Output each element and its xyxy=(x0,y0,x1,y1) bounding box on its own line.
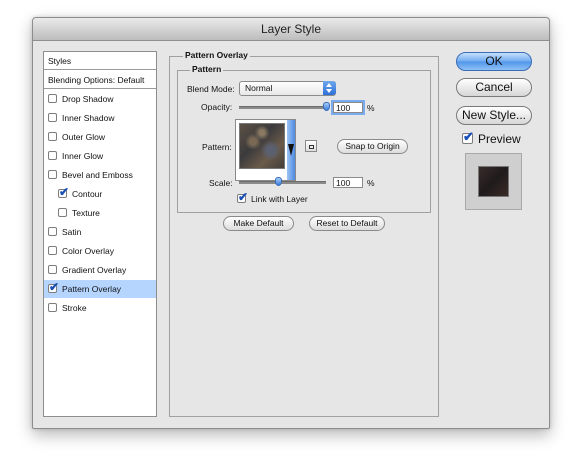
styles-header[interactable]: Styles xyxy=(44,52,156,70)
opacity-slider-track[interactable] xyxy=(239,106,326,109)
make-default-button[interactable]: Make Default xyxy=(223,216,294,231)
opacity-input[interactable]: 100 xyxy=(333,102,363,113)
pattern-picker[interactable] xyxy=(235,119,296,181)
style-item-label: Gradient Overlay xyxy=(62,265,127,275)
style-item-checkbox[interactable] xyxy=(48,113,57,122)
opacity-slider-thumb[interactable] xyxy=(322,102,330,111)
blend-mode-label: Blend Mode: xyxy=(187,84,235,94)
style-item[interactable]: ✔ Contour xyxy=(44,185,156,203)
checkmark-icon: ✔ xyxy=(463,129,474,144)
style-item[interactable]: Bevel and Emboss xyxy=(44,166,156,184)
style-item-checkbox[interactable] xyxy=(48,246,57,255)
scale-input[interactable]: 100 xyxy=(333,177,363,188)
style-item[interactable]: Stroke xyxy=(44,299,156,317)
style-item-label: Texture xyxy=(72,208,100,218)
style-item-label: Stroke xyxy=(62,303,87,313)
new-style-button[interactable]: New Style... xyxy=(456,106,532,125)
style-item[interactable]: Drop Shadow xyxy=(44,90,156,108)
style-item[interactable]: Texture xyxy=(44,204,156,222)
pattern-label: Pattern: xyxy=(202,142,232,152)
scale-unit: % xyxy=(367,178,375,188)
opacity-unit: % xyxy=(367,103,375,113)
snap-to-origin-button[interactable]: Snap to Origin xyxy=(337,139,408,154)
reset-to-default-button[interactable]: Reset to Default xyxy=(309,216,385,231)
pattern-dropdown-arrow-icon[interactable] xyxy=(287,120,295,180)
blend-mode-select[interactable]: Normal xyxy=(239,81,336,96)
style-item-checkbox[interactable] xyxy=(48,151,57,160)
style-item[interactable]: Inner Glow xyxy=(44,147,156,165)
preview-thumbnail xyxy=(465,153,522,210)
style-item-checkbox[interactable] xyxy=(48,303,57,312)
select-arrows-icon xyxy=(323,81,336,95)
style-item-label: Drop Shadow xyxy=(62,94,114,104)
style-item-checkbox[interactable] xyxy=(48,265,57,274)
link-with-layer-checkbox[interactable]: ✔ Link with Layer xyxy=(237,190,337,205)
preview-checkbox-box[interactable]: ✔ xyxy=(462,129,474,144)
checkmark-icon: ✔ xyxy=(59,185,70,199)
styles-list: Styles Blending Options: Default Drop Sh… xyxy=(43,51,157,417)
pattern-overlay-title: Pattern Overlay xyxy=(183,50,250,60)
style-item-label: Inner Glow xyxy=(62,151,104,161)
new-preset-icon[interactable] xyxy=(305,140,317,152)
ok-button[interactable]: OK xyxy=(456,52,532,71)
pattern-swatch xyxy=(239,123,285,169)
style-item-checkbox[interactable]: ✔ xyxy=(48,280,60,294)
style-item-checkbox[interactable] xyxy=(48,227,57,236)
preview-checkbox[interactable]: ✔ Preview xyxy=(462,129,532,146)
opacity-label: Opacity: xyxy=(201,102,233,112)
blending-options-item[interactable]: Blending Options: Default xyxy=(44,71,156,89)
style-item[interactable]: ✔ Pattern Overlay xyxy=(44,280,156,298)
style-item[interactable]: Color Overlay xyxy=(44,242,156,260)
window-title: Layer Style xyxy=(33,18,549,41)
style-item-checkbox[interactable] xyxy=(48,170,57,179)
checkmark-icon: ✔ xyxy=(49,280,60,294)
style-item-label: Color Overlay xyxy=(62,246,114,256)
style-item[interactable]: Gradient Overlay xyxy=(44,261,156,279)
style-item-checkbox[interactable]: ✔ xyxy=(58,185,70,199)
preview-swatch xyxy=(478,166,509,197)
style-item-label: Contour xyxy=(72,189,103,199)
style-item-label: Pattern Overlay xyxy=(62,284,122,294)
style-item-label: Inner Shadow xyxy=(62,113,115,123)
style-item-label: Satin xyxy=(62,227,82,237)
style-item-label: Bevel and Emboss xyxy=(62,170,133,180)
style-item-checkbox[interactable] xyxy=(58,208,67,217)
cancel-button[interactable]: Cancel xyxy=(456,78,532,97)
layer-style-dialog: Layer Style Styles Blending Options: Def… xyxy=(32,17,550,429)
blend-mode-value: Normal xyxy=(245,83,273,93)
style-item-checkbox[interactable] xyxy=(48,132,57,141)
style-item[interactable]: Outer Glow xyxy=(44,128,156,146)
link-with-layer-checkbox-box[interactable]: ✔ xyxy=(237,190,249,204)
style-item[interactable]: Inner Shadow xyxy=(44,109,156,127)
style-item-label: Outer Glow xyxy=(62,132,105,142)
link-with-layer-label: Link with Layer xyxy=(251,194,308,204)
pattern-group-title: Pattern xyxy=(190,64,224,74)
checkmark-icon: ✔ xyxy=(238,190,249,204)
scale-label: Scale: xyxy=(209,178,233,188)
style-item[interactable]: Satin xyxy=(44,223,156,241)
scale-slider-thumb[interactable] xyxy=(274,177,282,186)
preview-label: Preview xyxy=(478,132,521,146)
style-item-checkbox[interactable] xyxy=(48,94,57,103)
scale-slider-track[interactable] xyxy=(239,181,326,184)
